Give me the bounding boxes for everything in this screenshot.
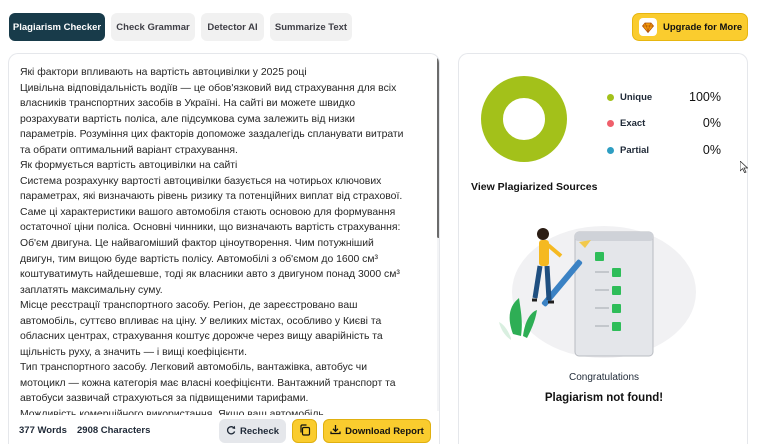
legend-percent: 100% — [689, 90, 721, 104]
legend-dot-unique — [607, 93, 614, 101]
legend-unique: Unique 100% — [607, 89, 721, 105]
text-line: розрахувати вартість поліса, але підсумк… — [20, 113, 355, 125]
legend-partial: Partial 0% — [607, 142, 721, 158]
text-line: коштуватимуть найдешевше, тоді як власни… — [20, 269, 400, 281]
download-report-button[interactable]: Download Report — [323, 419, 431, 443]
text-line: Об'єм двигуна. Це найвагоміший фактор ці… — [20, 238, 374, 250]
congratulations-text: Congratulations — [568, 372, 640, 383]
text-line: остаточної ціни поліса. Основні чинники,… — [20, 222, 401, 234]
text-line: Як формується вартість автоцивілки на са… — [20, 160, 238, 172]
recheck-button[interactable]: Recheck — [219, 419, 286, 443]
text-line: заплатять максимальну суму. — [20, 284, 163, 296]
download-label: Download Report — [345, 425, 424, 437]
results-panel: Unique 100% Exact 0% Partial 0% View Pla… — [458, 53, 748, 444]
similarity-donut-chart — [481, 76, 567, 162]
text-line: власників транспортних засобів в Україні… — [20, 98, 356, 110]
text-input-panel: Які фактори впливають на вартість автоци… — [8, 53, 440, 444]
text-line: Які фактори впливають на вартість автоци… — [20, 67, 307, 78]
upgrade-label: Upgrade for More — [663, 21, 743, 33]
text-line: Можливість комерційного використання. Як… — [20, 409, 324, 415]
upgrade-button[interactable]: Upgrade for More — [632, 13, 748, 41]
diamond-icon — [639, 18, 657, 36]
text-line: Система розрахунку вартості автоцивілки … — [20, 175, 382, 187]
text-line: автомобіль, суттєво впливає на ціну. У в… — [20, 315, 382, 327]
plagiarism-not-found-text: Plagiarism not found! — [544, 392, 664, 404]
text-line: обласних центрах, страхування коштує дор… — [20, 331, 383, 343]
text-line: двигун, тим вищою буде вартість полісу. … — [20, 253, 378, 265]
legend-percent: 0% — [702, 143, 721, 157]
no-plagiarism-illustration — [499, 226, 696, 358]
download-icon — [330, 424, 341, 438]
text-line: Саме ці характеристики вашого автомобіля… — [20, 206, 396, 218]
tab-detector-ai[interactable]: Detector AI — [201, 13, 264, 41]
refresh-icon — [226, 425, 236, 438]
text-line: та обрати оптимальний варіант страхуванн… — [20, 144, 238, 156]
tab-check-grammar[interactable]: Check Grammar — [111, 13, 195, 41]
legend-exact: Exact 0% — [607, 115, 721, 131]
text-line: мотоцикл — кожна категорія має власні ко… — [20, 377, 396, 389]
word-count: 377 Words — [19, 425, 67, 436]
text-line: Цивільна відповідальність водіїв — це об… — [20, 82, 397, 94]
view-plagiarized-sources-link[interactable]: View Plagiarized Sources — [471, 181, 597, 193]
copy-icon — [299, 423, 311, 439]
text-line: параметрах, які визначають рівень ризику… — [20, 191, 403, 203]
tab-summarize-text[interactable]: Summarize Text — [270, 13, 352, 41]
scrollbar-thumb[interactable] — [437, 58, 439, 238]
copy-button[interactable] — [292, 419, 317, 443]
recheck-label: Recheck — [239, 425, 280, 437]
text-line: Місце реєстрації транспортного засобу. Р… — [20, 300, 358, 312]
text-line: параметрів. Розуміння цих факторів допом… — [20, 129, 404, 141]
legend-label: Exact — [620, 117, 646, 129]
legend-dot-exact — [607, 119, 614, 127]
top-bar: Plagiarism Checker Check Grammar Detecto… — [0, 0, 768, 52]
text-line: Тип транспортного засобу. Легковий автом… — [20, 362, 368, 374]
editor-footer: 377 Words 2908 Characters Recheck Downlo… — [9, 416, 439, 444]
donut-slice-unique — [481, 76, 567, 162]
character-count: 2908 Characters — [77, 425, 151, 436]
legend-label: Unique — [620, 91, 653, 103]
legend-percent: 0% — [702, 116, 721, 130]
text-editor[interactable]: Які фактори впливають на вартість автоци… — [9, 54, 437, 415]
legend-label: Partial — [620, 144, 650, 156]
legend-dot-partial — [607, 146, 614, 154]
mouse-cursor-icon — [739, 160, 749, 178]
text-line: автобуси зазвичай страхуються за підвище… — [20, 393, 309, 405]
text-line: щільність руху, а значить — і вищі коефі… — [20, 346, 247, 358]
tab-plagiarism-checker[interactable]: Plagiarism Checker — [9, 13, 105, 41]
